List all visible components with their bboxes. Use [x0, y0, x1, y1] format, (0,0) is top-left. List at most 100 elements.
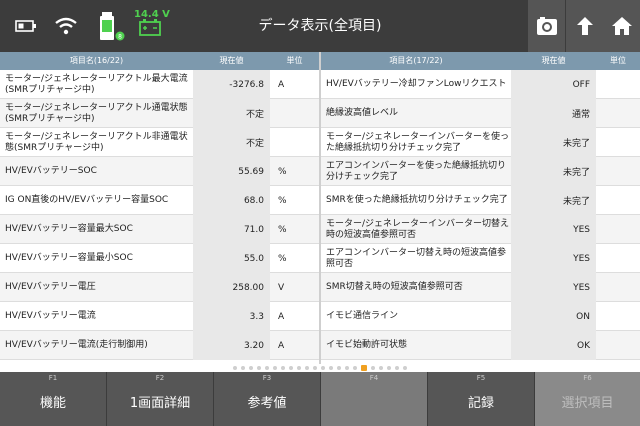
page-dot[interactable]	[241, 366, 245, 370]
item-value: 3.20	[193, 331, 270, 360]
page-dot[interactable]	[289, 366, 293, 370]
item-value: 通常	[511, 99, 596, 128]
page-dot[interactable]	[273, 366, 277, 370]
item-name: モーター/ジェネレーターインバーター切替え時の短波高値参照可否	[326, 218, 510, 240]
table-row[interactable]: モーター/ジェネレーターリアクトル非通電状態(SMRプリチャージ中) 不定	[0, 128, 319, 157]
battery-icon	[14, 0, 38, 52]
back-button[interactable]	[566, 0, 603, 52]
table-row[interactable]: SMRを使った絶縁抵抗切り分けチェック完了 未完了	[321, 186, 640, 215]
page-dot[interactable]	[233, 366, 237, 370]
item-unit	[596, 70, 640, 99]
item-name: HV/EVバッテリー電圧	[5, 282, 96, 292]
table-row[interactable]: 絶縁波高値レベル 通常	[321, 99, 640, 128]
item-value: YES	[511, 215, 596, 244]
item-name: エアコンインバーター切替え時の短波高値参照可否	[326, 247, 507, 269]
item-unit	[596, 331, 640, 360]
f3-reference-button[interactable]: F3 参考値	[214, 372, 320, 426]
wifi-icon	[52, 0, 80, 52]
table-row[interactable]: イモビ通信ライン ON	[321, 302, 640, 331]
top-bar: 8 14.4 V データ表示(全項目)	[0, 0, 640, 52]
app: 8 14.4 V データ表示(全項目) 項目名(16/22) 現在値 単位 モー…	[0, 0, 640, 426]
item-unit	[596, 273, 640, 302]
column-current-value: 現在値	[541, 56, 566, 65]
item-name: HV/EVバッテリーSOC	[5, 166, 97, 176]
item-unit: A	[278, 79, 285, 90]
page-dot[interactable]	[337, 366, 341, 370]
left-data-table: 項目名(16/22) 現在値 単位 モーター/ジェネレーターリアクトル最大電流(…	[0, 52, 319, 360]
item-unit: V	[278, 282, 285, 293]
page-dot[interactable]	[353, 366, 357, 370]
page-dot[interactable]	[395, 366, 399, 370]
table-row[interactable]: HV/EVバッテリーSOC 55.69%	[0, 157, 319, 186]
table-row[interactable]: モーター/ジェネレーターインバーターを使った絶縁抵抗切り分けチェック完了 未完了	[321, 128, 640, 157]
f5-record-button[interactable]: F5 記録	[428, 372, 534, 426]
item-value: 未完了	[511, 186, 596, 215]
table-row[interactable]: HV/EVバッテリー容量最小SOC 55.0%	[0, 244, 319, 273]
item-name: 絶縁波高値レベル	[326, 108, 399, 118]
item-unit: %	[278, 195, 287, 206]
page-dot[interactable]	[379, 366, 383, 370]
item-name: モーター/ジェネレーターインバーターを使った絶縁抵抗切り分けチェック完了	[326, 131, 510, 153]
item-name: SMR切替え時の短波高値参照可否	[326, 282, 463, 292]
page-dot[interactable]	[345, 366, 349, 370]
item-unit: A	[278, 340, 285, 351]
item-unit: %	[278, 166, 287, 177]
page-dot[interactable]	[305, 366, 309, 370]
item-unit: %	[278, 224, 287, 235]
item-unit	[596, 157, 640, 186]
upload-arrow-icon	[576, 17, 593, 35]
item-value: 未完了	[511, 157, 596, 186]
f1-function-button[interactable]: F1 機能	[0, 372, 106, 426]
table-row[interactable]: モーター/ジェネレーターリアクトル通電状態(SMRプリチャージ中) 不定	[0, 99, 319, 128]
page-dot[interactable]	[281, 366, 285, 370]
page-indicator[interactable]	[0, 364, 640, 372]
table-row[interactable]: イモビ始動許可状態 OK	[321, 331, 640, 360]
table-row[interactable]: HV/EVバッテリー冷却ファンLowリクエスト OFF	[321, 70, 640, 99]
right-data-table: 項目名(17/22) 現在値 単位 HV/EVバッテリー冷却ファンLowリクエス…	[321, 52, 640, 360]
item-unit	[596, 302, 640, 331]
item-unit: %	[278, 253, 287, 264]
page-dot[interactable]	[265, 366, 269, 370]
item-name: HV/EVバッテリー冷却ファンLowリクエスト	[326, 79, 507, 89]
table-row[interactable]: モーター/ジェネレーターリアクトル最大電流(SMRプリチャージ中) -3276.8…	[0, 70, 319, 99]
page-dot[interactable]	[371, 366, 375, 370]
table-row[interactable]: HV/EVバッテリー容量最大SOC 71.0%	[0, 215, 319, 244]
item-value: OFF	[511, 70, 596, 99]
page-dot[interactable]	[403, 366, 407, 370]
page-dot[interactable]	[329, 366, 333, 370]
item-unit	[270, 99, 319, 128]
item-value: 258.00	[193, 273, 270, 302]
column-item-name: 項目名(16/22)	[69, 56, 124, 65]
table-row[interactable]: エアコンインバーターを使った絶縁抵抗切り分けチェック完了 未完了	[321, 157, 640, 186]
home-icon	[611, 17, 632, 35]
table-row[interactable]: SMR切替え時の短波高値参照可否 YES	[321, 273, 640, 302]
page-dot[interactable]	[313, 366, 317, 370]
right-table-header: 項目名(17/22) 現在値 単位	[321, 52, 640, 70]
item-name: HV/EVバッテリー容量最大SOC	[5, 224, 133, 234]
table-row[interactable]: モーター/ジェネレーターインバーター切替え時の短波高値参照可否 YES	[321, 215, 640, 244]
table-row[interactable]: エアコンインバーター切替え時の短波高値参照可否 YES	[321, 244, 640, 273]
item-value: 不定	[193, 128, 270, 157]
home-button[interactable]	[603, 0, 640, 52]
page-dot[interactable]	[297, 366, 301, 370]
table-row[interactable]: HV/EVバッテリー電圧 258.00 V	[0, 273, 319, 302]
item-name: モーター/ジェネレーターリアクトル最大電流(SMRプリチャージ中)	[5, 73, 188, 95]
page-dot[interactable]	[249, 366, 253, 370]
page-dot[interactable]	[321, 366, 325, 370]
item-value: OK	[511, 331, 596, 360]
table-row[interactable]: IG ON直後のHV/EVバッテリー容量SOC 68.0%	[0, 186, 319, 215]
page-title: データ表示(全項目)	[258, 18, 382, 34]
item-unit	[596, 128, 640, 157]
screenshot-button[interactable]	[528, 0, 565, 52]
item-value: -3276.8	[193, 70, 270, 99]
page-dot[interactable]	[257, 366, 261, 370]
table-row[interactable]: HV/EVバッテリー電流(走行制御用) 3.20 A	[0, 331, 319, 360]
f6-select-items-button: F6 選択項目	[535, 372, 640, 426]
item-name: HV/EVバッテリー電流	[5, 311, 96, 321]
page-dot-active[interactable]	[361, 365, 367, 371]
f4-empty-button: F4	[321, 372, 427, 426]
table-row[interactable]: HV/EVバッテリー電流 3.3 A	[0, 302, 319, 331]
item-value: 不定	[193, 99, 270, 128]
page-dot[interactable]	[387, 366, 391, 370]
f2-detail-button[interactable]: F2 1画面詳細	[107, 372, 213, 426]
